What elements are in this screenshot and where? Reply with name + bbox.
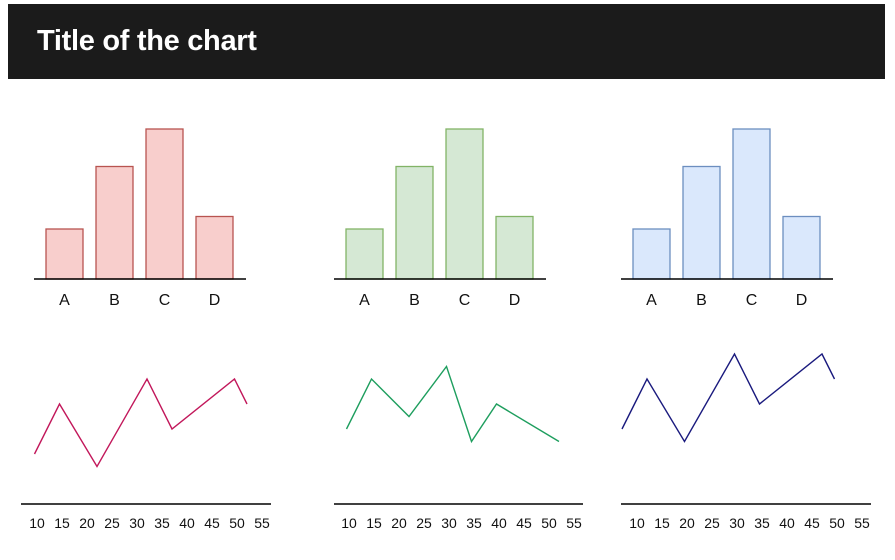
x-tick-label: 30	[441, 515, 457, 531]
x-tick-label: 50	[541, 515, 557, 531]
x-tick-label: 15	[54, 515, 70, 531]
line-series	[345, 365, 560, 444]
x-tick-label: 20	[79, 515, 95, 531]
bar-c	[145, 128, 184, 280]
x-tick-label: 35	[466, 515, 482, 531]
x-tick-label: A	[59, 292, 70, 309]
x-tick-label: 25	[416, 515, 432, 531]
x-tick-label: 45	[516, 515, 532, 531]
x-tick-label: 30	[129, 515, 145, 531]
bar-c	[445, 128, 484, 280]
x-tick-label: 20	[391, 515, 407, 531]
x-tick-label: D	[509, 292, 521, 309]
x-tick-label: 50	[229, 515, 245, 531]
x-tick-label: 45	[204, 515, 220, 531]
x-tick-label: B	[109, 292, 120, 309]
x-tick-label: 40	[491, 515, 507, 531]
bar-d	[195, 215, 234, 280]
x-tick-label: 15	[366, 515, 382, 531]
x-tick-label: C	[746, 292, 758, 309]
x-tick-label: 55	[254, 515, 270, 531]
x-tick-label: 15	[654, 515, 670, 531]
x-tick-label: 55	[566, 515, 582, 531]
bar-d	[782, 215, 821, 280]
x-tick-label: 40	[779, 515, 795, 531]
bar-a	[45, 228, 84, 280]
charts-area: A B C D A B C D A B C D 10 15 20 25 30 35 40 45 50 55 10 15 20 25…	[21, 128, 871, 531]
x-tick-label: 45	[804, 515, 820, 531]
line-series	[621, 352, 836, 443]
bar-a	[632, 228, 671, 280]
x-tick-label: C	[159, 292, 171, 309]
line-series	[33, 377, 248, 468]
x-tick-label: 25	[104, 515, 120, 531]
x-tick-label: 25	[704, 515, 720, 531]
x-tick-label: 40	[179, 515, 195, 531]
x-tick-label: 20	[679, 515, 695, 531]
x-tick-label: 30	[729, 515, 745, 531]
x-tick-label: 10	[29, 515, 45, 531]
x-tick-label: B	[696, 292, 707, 309]
x-tick-label: 50	[829, 515, 845, 531]
x-tick-label: 35	[154, 515, 170, 531]
x-tick-label: 10	[629, 515, 645, 531]
x-tick-label: B	[409, 292, 420, 309]
x-tick-label: D	[796, 292, 808, 309]
x-tick-label: D	[209, 292, 221, 309]
bar-b	[95, 165, 134, 280]
x-tick-label: 55	[854, 515, 870, 531]
bar-c	[732, 128, 771, 280]
x-tick-label: A	[646, 292, 657, 309]
bar-a	[345, 228, 384, 280]
x-tick-label: A	[359, 292, 370, 309]
bar-b	[682, 165, 721, 280]
bar-d	[495, 215, 534, 280]
x-tick-label: 10	[341, 515, 357, 531]
bar-b	[395, 165, 434, 280]
x-tick-label: 35	[754, 515, 770, 531]
x-tick-label: C	[459, 292, 471, 309]
